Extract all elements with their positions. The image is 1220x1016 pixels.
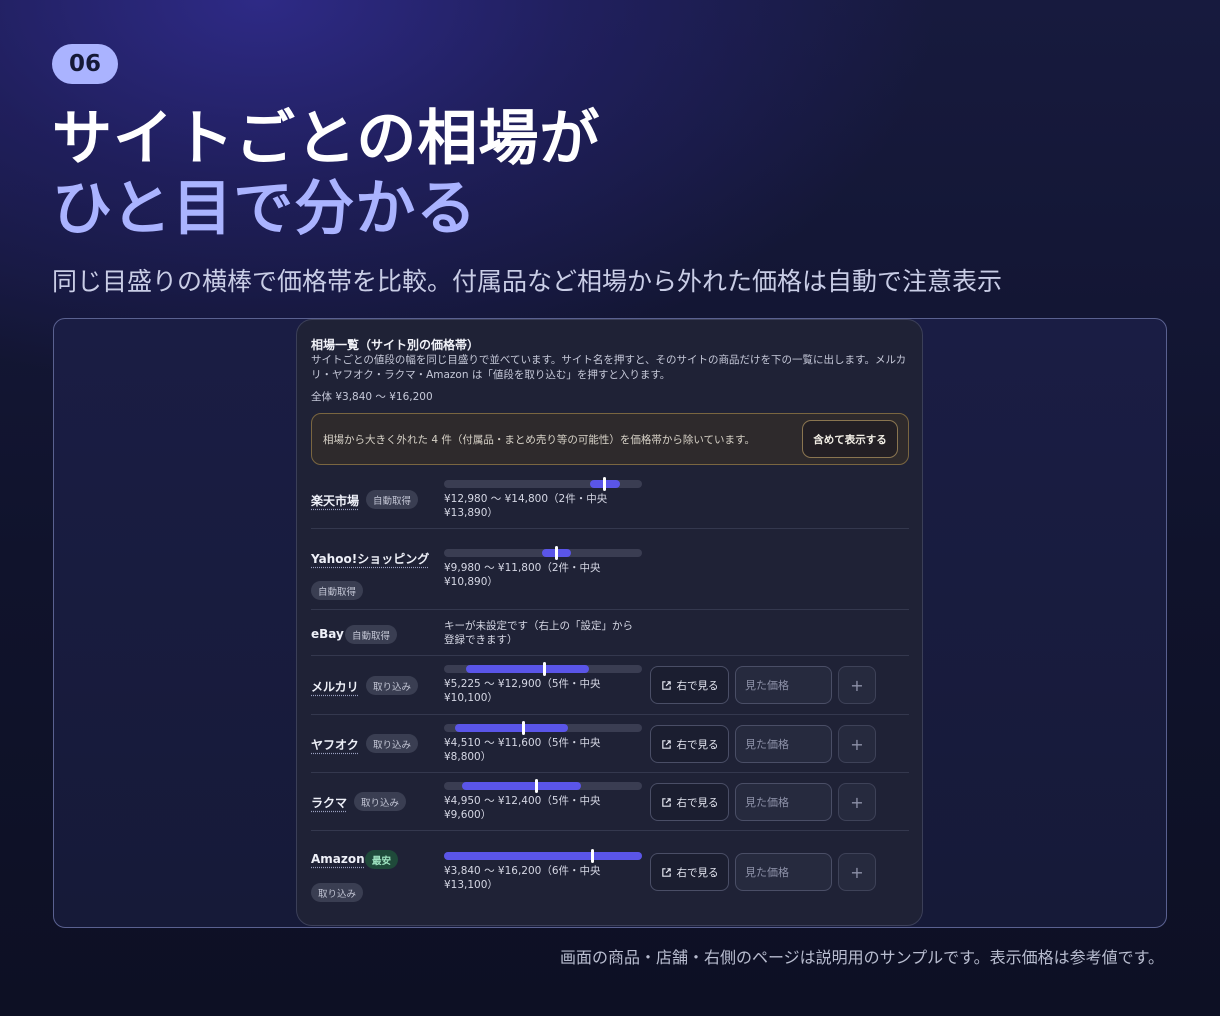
- subtitle: 同じ目盛りの横棒で価格帯を比較。付属品など相場から外れた価格は自動で注意表示: [52, 267, 1003, 296]
- view-on-right-button[interactable]: 右で見る: [650, 853, 729, 891]
- seen-price-input[interactable]: [735, 853, 832, 891]
- site-row-ebay: eBay 自動取得 キーが未設定です（右上の「設定」から 登録できます）: [311, 610, 909, 656]
- headline: サイトごとの相場が ひと目で分かる: [52, 104, 600, 244]
- add-price-button[interactable]: +: [838, 725, 876, 763]
- range-track: [444, 477, 642, 491]
- range-track: [444, 546, 642, 560]
- median-marker: [542, 662, 546, 676]
- site-row-rakuma: ラクマ 取り込み ¥4,950 〜 ¥12,400（5件・中央 ¥9,600） 右…: [311, 773, 909, 831]
- source-tag: 自動取得: [345, 625, 398, 644]
- add-price-button[interactable]: +: [838, 666, 876, 704]
- price-range-text: ¥12,980 〜 ¥14,800（2件・中央 ¥13,890）: [444, 493, 608, 519]
- range-track: [444, 721, 642, 735]
- site-row-yahuoku: ヤフオク 取り込み ¥4,510 〜 ¥11,600（5件・中央 ¥8,800） …: [311, 715, 909, 773]
- range-fill: [461, 782, 582, 790]
- source-tag: 自動取得: [366, 490, 419, 509]
- external-link-icon: [661, 797, 671, 807]
- api-key-notice: キーが未設定です（右上の「設定」から 登録できます）: [444, 620, 633, 646]
- range-track: [444, 779, 642, 793]
- site-name-link[interactable]: ヤフオク: [311, 736, 359, 753]
- external-link-icon: [661, 867, 671, 877]
- view-on-right-button[interactable]: 右で見る: [650, 666, 729, 704]
- seen-price-input[interactable]: [735, 725, 832, 763]
- include-outliers-button[interactable]: 含めて表示する: [802, 420, 898, 458]
- source-tag: 取り込み: [354, 792, 407, 811]
- site-name-link[interactable]: メルカリ: [311, 678, 359, 695]
- view-on-right-button[interactable]: 右で見る: [650, 783, 729, 821]
- footnote: 画面の商品・店舗・右側のページは説明用のサンプルです。表示価格は参考値です。: [559, 948, 1164, 967]
- site-row-mercari: メルカリ 取り込み ¥5,225 〜 ¥12,900（5件・中央 ¥10,100）…: [311, 656, 909, 715]
- price-range-text: ¥3,840 〜 ¥16,200（6件・中央 ¥13,100）: [444, 865, 601, 891]
- source-tag: 取り込み: [366, 734, 419, 753]
- external-link-icon: [661, 680, 671, 690]
- source-tag: 取り込み: [311, 883, 364, 902]
- panel-title: 相場一覧（サイト別の価格帯）: [311, 338, 480, 352]
- headline-line1: サイトごとの相場が: [52, 104, 601, 174]
- median-marker: [534, 779, 538, 793]
- range-track: [444, 662, 642, 676]
- median-marker: [521, 721, 525, 735]
- range-fill: [444, 852, 642, 860]
- headline-line2: ひと目で分かる: [52, 174, 478, 244]
- range-fill: [454, 724, 569, 732]
- site-row-yahoo: Yahoo!ショッピング 自動取得 ¥9,980 〜 ¥11,800（2件・中央…: [311, 529, 909, 610]
- price-range-text: ¥4,510 〜 ¥11,600（5件・中央 ¥8,800）: [444, 737, 601, 763]
- site-name-link[interactable]: ラクマ: [311, 794, 347, 811]
- add-price-button[interactable]: +: [838, 853, 876, 891]
- site-row-rakuten: 楽天市場 自動取得 ¥12,980 〜 ¥14,800（2件・中央 ¥13,890…: [311, 465, 909, 529]
- overall-range: 全体 ¥3,840 〜 ¥16,200: [311, 391, 433, 403]
- alert-text: 相場から大きく外れた 4 件（付属品・まとめ売り等の可能性）を価格帯から除いてい…: [323, 434, 755, 446]
- source-tag: 取り込み: [366, 676, 419, 695]
- site-name-link[interactable]: Amazon: [311, 852, 365, 866]
- range-fill: [466, 665, 590, 673]
- lowest-price-badge: 最安: [365, 850, 399, 869]
- median-marker: [590, 849, 594, 863]
- price-range-panel: 相場一覧（サイト別の価格帯） サイトごとの値段の幅を同じ目盛りで並べています。サ…: [296, 319, 923, 926]
- outlier-alert: 相場から大きく外れた 4 件（付属品・まとめ売り等の可能性）を価格帯から除いてい…: [311, 413, 909, 465]
- site-name-link[interactable]: 楽天市場: [311, 492, 359, 509]
- price-range-text: ¥9,980 〜 ¥11,800（2件・中央 ¥10,890）: [444, 562, 601, 588]
- price-range-text: ¥5,225 〜 ¥12,900（5件・中央 ¥10,100）: [444, 678, 601, 704]
- external-link-icon: [661, 739, 671, 749]
- add-price-button[interactable]: +: [838, 783, 876, 821]
- price-range-text: ¥4,950 〜 ¥12,400（5件・中央 ¥9,600）: [444, 795, 601, 821]
- range-track: [444, 849, 642, 863]
- site-name: eBay: [311, 627, 344, 641]
- source-tag: 自動取得: [311, 581, 364, 600]
- panel-description: サイトごとの値段の幅を同じ目盛りで並べています。サイト名を押すと、そのサイトの商…: [311, 354, 907, 381]
- step-badge: 06: [52, 44, 118, 84]
- seen-price-input[interactable]: [735, 783, 832, 821]
- site-name-link[interactable]: Yahoo!ショッピング: [311, 550, 429, 567]
- median-marker: [555, 546, 559, 560]
- view-on-right-button[interactable]: 右で見る: [650, 725, 729, 763]
- site-row-amazon: Amazon 最安 取り込み ¥3,840 〜 ¥16,200（6件・中央 ¥13…: [311, 831, 909, 916]
- seen-price-input[interactable]: [735, 666, 832, 704]
